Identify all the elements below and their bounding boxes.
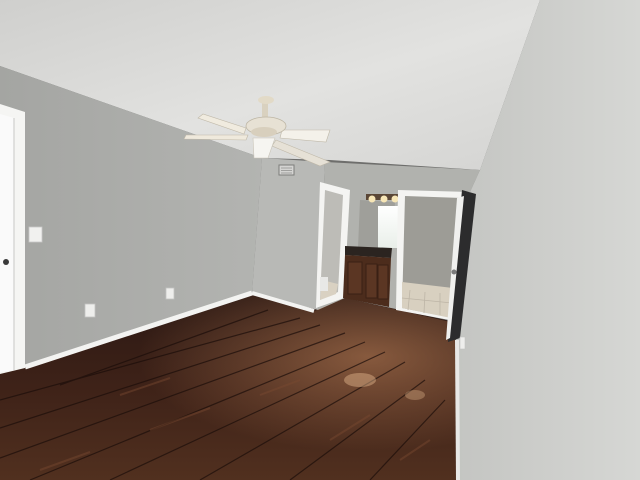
light-switch[interactable] [28,226,43,243]
interior-door-left[interactable] [0,104,25,374]
door-handle[interactable] [451,269,457,275]
air-vent [278,164,295,176]
back-wall [252,158,325,310]
bathroom-window [378,206,398,248]
baseboard-right [455,339,460,480]
door-knob[interactable] [3,259,9,265]
room-photo [0,0,640,480]
electrical-outlet [84,303,96,318]
bathroom-vanity-cabinet[interactable] [343,246,392,307]
electrical-outlet [165,287,175,300]
vanity-area [358,194,399,250]
electrical-outlet [459,336,466,350]
